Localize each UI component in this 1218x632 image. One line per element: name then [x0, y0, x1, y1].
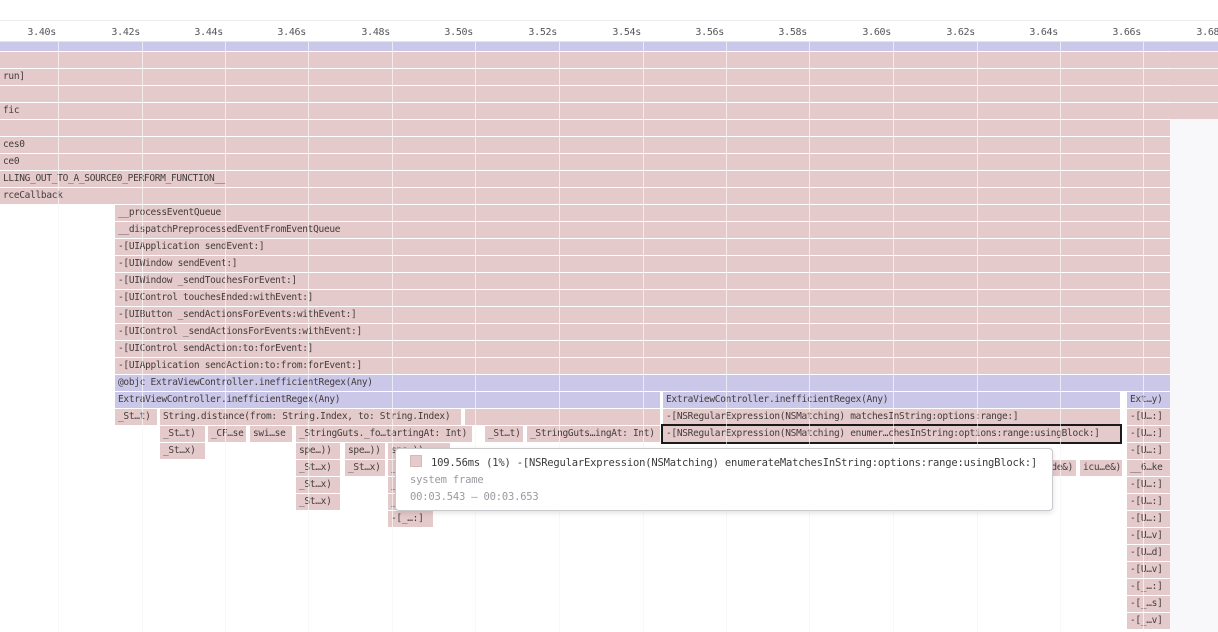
gridline	[225, 42, 226, 632]
flame-cell[interactable]: fic	[0, 103, 1218, 119]
flame-cell[interactable]: _StringGuts._fo…tartingAt: Int)	[296, 426, 472, 442]
time-ruler-label: 3.60s	[831, 27, 891, 38]
flame-cell[interactable]: -[U…:]	[1127, 443, 1170, 459]
gridline	[142, 42, 143, 632]
tooltip-title: 109.56ms (1%) -[NSRegularExpression(NSMa…	[431, 457, 1037, 469]
flame-cell[interactable]	[465, 409, 660, 425]
flame-cell[interactable]	[0, 86, 1218, 102]
gridline	[726, 42, 727, 632]
gridline	[893, 42, 894, 632]
flame-cell[interactable]: _St…t)	[115, 409, 157, 425]
flame-cell[interactable]: _StringGuts…ingAt: Int)	[527, 426, 660, 442]
flame-cell[interactable]: -[NSRegularExpression(NSMatching) matche…	[663, 409, 1120, 425]
gridline	[809, 42, 810, 632]
flame-cell[interactable]: _St…x)	[296, 477, 340, 493]
flame-cell[interactable]: -[U…v]	[1127, 562, 1170, 578]
flame-cell[interactable]: LLING_OUT_TO_A_SOURCE0_PERFORM_FUNCTION_…	[0, 171, 1170, 187]
time-ruler-label: 3.54s	[581, 27, 641, 38]
flame-cell[interactable]: _St…t)	[485, 426, 523, 442]
flame-cell[interactable]: run]	[0, 69, 1218, 85]
gridline	[1060, 42, 1061, 632]
gridline	[643, 42, 644, 632]
flame-cell[interactable]: -[_…s]	[1127, 596, 1170, 612]
frame-color-swatch-icon	[410, 455, 422, 467]
tooltip-time-range: 00:03.543 — 00:03.653	[410, 489, 1038, 506]
gridline	[58, 42, 59, 632]
flame-cell[interactable]: -[U…:]	[1127, 477, 1170, 493]
flame-graph-canvas[interactable]: run] fic ces0ce0LLING_OUT_TO_A_SOURCE0_PER…	[0, 0, 1218, 632]
flame-cell[interactable]: ces0	[0, 137, 1170, 153]
time-ruler-label: 3.44s	[163, 27, 223, 38]
flame-cell[interactable]: rceCallback	[0, 188, 1170, 204]
flame-cell[interactable]: spe…))	[296, 443, 340, 459]
gridline	[475, 42, 476, 632]
time-ruler-label: 3.40s	[0, 27, 56, 38]
trace-end-background	[1170, 42, 1218, 632]
flame-cell[interactable]: spe…))	[345, 443, 385, 459]
selected-flame-cell[interactable]: -[NSRegularExpression(NSMatching) enumer…	[663, 426, 1120, 442]
gridline	[308, 42, 309, 632]
flame-cell[interactable]: -[_…v]	[1127, 613, 1170, 629]
flame-cell[interactable]: __6…ke	[1127, 460, 1170, 476]
time-ruler-label: 3.58s	[747, 27, 807, 38]
flame-cell[interactable]: _CF…se	[208, 426, 246, 442]
flame-cell[interactable]: icu…e&)	[1080, 460, 1122, 476]
time-ruler-label: 3.52s	[497, 27, 557, 38]
flame-cell[interactable]: -[U…:]	[1127, 494, 1170, 510]
flame-cell[interactable]: swi…se	[250, 426, 292, 442]
flame-cell[interactable]: -[U…d]	[1127, 545, 1170, 561]
time-ruler-label: 3.62s	[915, 27, 975, 38]
time-ruler-label: 3.64s	[998, 27, 1058, 38]
flame-cell[interactable]: _St…t)	[160, 426, 205, 442]
flame-cell[interactable]	[0, 52, 1218, 68]
flame-cell[interactable]: -[U…:]	[1127, 426, 1170, 442]
flame-cell[interactable]: -[U…:]	[1127, 409, 1170, 425]
flame-cell[interactable]: -[U…:]	[1127, 511, 1170, 527]
instruments-flame-graph-window: run] fic ces0ce0LLING_OUT_TO_A_SOURCE0_PER…	[0, 0, 1218, 632]
time-ruler[interactable]: 3.40s 3.42s 3.44s 3.46s 3.48s 3.50s 3.52s 3.54s…	[0, 0, 1218, 42]
gridline	[559, 42, 560, 632]
time-ruler-label: 3.56s	[664, 27, 724, 38]
gridline	[977, 42, 978, 632]
time-ruler-label: 3.42s	[80, 27, 140, 38]
ruler-top-divider	[0, 20, 1218, 21]
time-ruler-label: 3.66s	[1081, 27, 1141, 38]
time-ruler-label: 3.48s	[330, 27, 390, 38]
flame-cell[interactable]: Ext…y)	[1127, 392, 1170, 408]
tooltip-title-line: 109.56ms (1%) -[NSRegularExpression(NSMa…	[410, 455, 1038, 472]
flame-cell[interactable]: -[U…v]	[1127, 528, 1170, 544]
flame-cell[interactable]: ExtraViewController.inefficientRegex(Any…	[115, 392, 660, 408]
flame-cell[interactable]: ce0	[0, 154, 1170, 170]
flame-cell[interactable]: -[_…:]	[388, 511, 433, 527]
flame-cell[interactable]	[0, 120, 1170, 136]
time-ruler-label: 3.46s	[246, 27, 306, 38]
gridline	[1143, 42, 1144, 632]
tooltip-subtitle: system frame	[410, 472, 1038, 489]
time-ruler-label: 3.68s	[1165, 27, 1218, 38]
flame-cell[interactable]: _St…x)	[345, 460, 385, 476]
frame-tooltip: 109.56ms (1%) -[NSRegularExpression(NSMa…	[395, 448, 1053, 511]
flame-cell[interactable]: _St…x)	[296, 494, 340, 510]
flame-cell[interactable]: String.distance(from: String.Index, to: …	[160, 409, 461, 425]
flame-cell[interactable]: _St…x)	[296, 460, 340, 476]
gridline	[392, 42, 393, 632]
flame-cell[interactable]: _St…x)	[160, 443, 205, 459]
time-ruler-label: 3.50s	[413, 27, 473, 38]
flame-cell[interactable]: ExtraViewController.inefficientRegex(Any…	[663, 392, 1120, 408]
flame-cell[interactable]: -[_…:]	[1127, 579, 1170, 595]
